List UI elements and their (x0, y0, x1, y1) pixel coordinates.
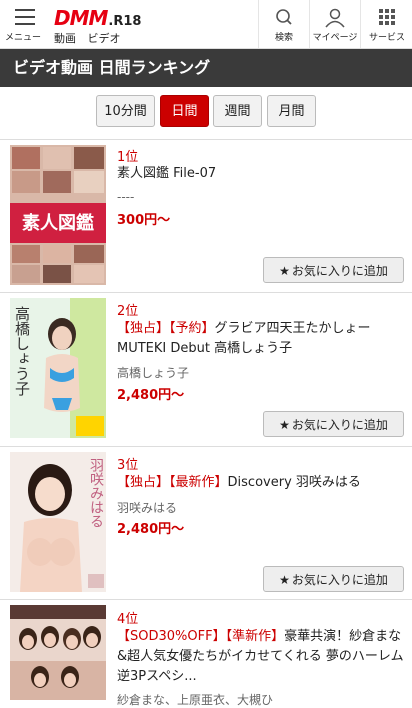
item-thumbnail[interactable]: 高橋しょう子 (10, 298, 106, 438)
tab-weekly[interactable]: 週間 (213, 95, 262, 127)
tag-sale: 【SOD30%OFF】 (117, 629, 226, 644)
thumbnail-title-text: 素人図鑑 (22, 213, 94, 234)
tag-newest: 【最新作】 (169, 475, 228, 490)
item-title[interactable]: 【SOD30%OFF】【準新作】豪華共演！紗倉まな&超人気女優たちがイカせてくれ… (117, 627, 404, 687)
item-price: 2,480円〜 (117, 522, 185, 537)
tab-daily[interactable]: 日間 (160, 95, 209, 127)
grid-icon (379, 9, 395, 25)
search-icon (276, 9, 292, 25)
ranking-item[interactable]: 羽咲みはる 3位 【独占】【最新作】Discovery 羽咲みはる 羽咲みはる … (0, 446, 412, 600)
rank-label: 1位 (117, 150, 139, 165)
item-actor[interactable]: 羽咲みはる (117, 499, 177, 516)
thumbnail-title-text: 高橋しょう子 (13, 306, 31, 396)
ranking-item[interactable]: 4位 【SOD30%OFF】【準新作】豪華共演！紗倉まな&超人気女優たちがイカせ… (0, 599, 412, 707)
tab-monthly[interactable]: 月間 (267, 95, 316, 127)
rank-label: 2位 (117, 304, 139, 319)
thumbnail-title-text: 羽咲みはる (88, 458, 104, 528)
item-title[interactable]: 【独占】【予約】グラビア四天王たかしょーMUTEKI Debut 高橋しょう子 (117, 319, 404, 359)
ranking-period-tabs: 10分間 日間 週間 月間 (0, 87, 412, 140)
item-actor[interactable]: 高橋しょう子 (117, 364, 189, 381)
dmm-logo[interactable]: DMM.R18 (54, 6, 141, 30)
ranking-item[interactable]: 高橋しょう子 2位 【独占】【予約】グラビア四天王たかしょーMUTEKI Deb… (0, 292, 412, 447)
item-thumbnail[interactable] (10, 605, 106, 700)
user-icon (325, 8, 345, 28)
tag-semi-new: 【準新作】 (225, 629, 285, 644)
service-button[interactable]: サービス (360, 0, 412, 48)
item-thumbnail[interactable]: 素人図鑑 (10, 145, 106, 285)
search-button[interactable]: 検索 (258, 0, 309, 48)
add-favorite-button[interactable]: ★ お気に入りに追加 (263, 566, 404, 592)
add-favorite-button[interactable]: ★ お気に入りに追加 (263, 257, 404, 283)
sub-link-video[interactable]: ビデオ (88, 32, 121, 45)
item-actor: ---- (117, 190, 135, 204)
ranking-item[interactable]: 素人図鑑 1位 素人図鑑 File-07 ---- 300円〜 ★ お気に入りに追… (0, 139, 412, 293)
item-price: 300円〜 (117, 213, 171, 228)
sub-link-douga[interactable]: 動画 (54, 32, 76, 45)
item-price: 2,480円〜 (117, 388, 185, 403)
menu-label: メニュー (4, 33, 41, 43)
page-title: ビデオ動画 日間ランキング (0, 49, 412, 87)
tag-reservation: 【予約】 (169, 321, 215, 336)
rank-label: 4位 (117, 612, 139, 627)
item-title[interactable]: 【独占】【最新作】Discovery 羽咲みはる (117, 473, 404, 493)
tab-10min[interactable]: 10分間 (96, 95, 155, 127)
star-icon: ★ (279, 418, 290, 432)
app-header: メニュー DMM.R18 動画 ビデオ 検索 マイページ サービス (0, 0, 412, 49)
item-title[interactable]: 素人図鑑 File-07 (117, 164, 404, 184)
item-thumbnail[interactable]: 羽咲みはる (10, 452, 106, 592)
star-icon: ★ (279, 264, 290, 278)
service-links: 動画 ビデオ (54, 30, 129, 46)
star-icon: ★ (279, 573, 290, 587)
hamburger-icon (15, 9, 35, 25)
thumbnail-image (10, 605, 106, 700)
mypage-button[interactable]: マイページ (309, 0, 360, 48)
add-favorite-button[interactable]: ★ お気に入りに追加 (263, 411, 404, 437)
tag-exclusive: 【独占】 (117, 475, 170, 490)
tag-exclusive: 【独占】 (117, 321, 170, 336)
menu-button[interactable]: メニュー (0, 0, 46, 48)
rank-label: 3位 (117, 458, 139, 473)
